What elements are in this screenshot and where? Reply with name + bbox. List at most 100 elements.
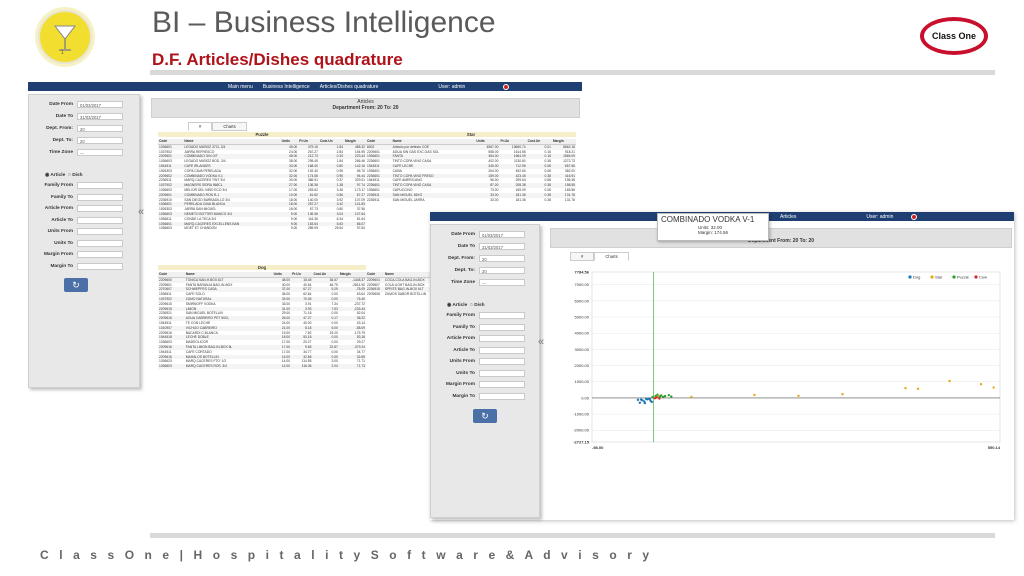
filter-panel-2: Date From 01/03/2017 Date To 31/03/2017 Dept… [430, 224, 540, 518]
article-radio-2[interactable]: ◉ Article [447, 303, 467, 308]
table-row[interactable]: 2236911 SAN MIGUEL JARRA 33.00 181.36 0.38 13… [366, 198, 576, 203]
filter-input[interactable]: --- [479, 279, 525, 286]
filter-input[interactable]: 20 [77, 137, 123, 144]
data-point [660, 394, 663, 397]
range-input[interactable] [77, 228, 123, 235]
screenshot-chart-view: Articles User: admin Date From 01/03/2017… [430, 212, 1014, 520]
range-input[interactable] [479, 381, 525, 388]
range-input[interactable] [77, 239, 123, 247]
collapse-icon-2[interactable]: « [538, 336, 544, 348]
refresh-button[interactable]: ↻ [64, 278, 88, 292]
range-row: Article From [29, 204, 123, 213]
range-input[interactable] [77, 182, 123, 189]
nav-main-menu[interactable]: Main menu [228, 84, 253, 90]
legend-label: Star [935, 275, 943, 280]
range-input[interactable] [77, 251, 123, 258]
range-input[interactable] [479, 312, 525, 319]
filter-input[interactable]: --- [77, 149, 123, 156]
table-row[interactable]: 1036603 MOET ET CHANDON 9.00 289.09 25.54 97.… [158, 226, 366, 231]
data-point [641, 399, 644, 402]
range-input[interactable] [479, 323, 525, 331]
range-label: Margin To [452, 393, 475, 399]
range-input[interactable] [479, 335, 525, 342]
article-radio[interactable]: ◉ Article [45, 173, 65, 178]
filter-input[interactable]: 20 [479, 255, 525, 262]
y-tick-label: 1000.00 [575, 379, 590, 384]
range-input[interactable] [479, 358, 525, 365]
filter-input[interactable]: 01/03/2017 [77, 101, 123, 108]
table-cell: 1036603 [159, 226, 172, 231]
plot-area [591, 271, 1001, 443]
range-input[interactable] [479, 392, 525, 400]
group-dog: Dog [158, 265, 366, 270]
data-point [753, 393, 756, 397]
table-cell: 2.04 [312, 364, 339, 369]
range-input[interactable] [479, 346, 525, 354]
tab-charts[interactable]: Charts [212, 122, 247, 131]
collapse-icon[interactable]: « [138, 206, 144, 218]
cocktail-icon [53, 25, 77, 51]
y-tick-label: -1000.00 [573, 412, 590, 417]
table-cell: 2236911 [367, 197, 380, 202]
y-tick-label: 5000.00 [575, 315, 590, 320]
filter-input[interactable]: 31/03/2017 [479, 243, 525, 250]
filter-input[interactable]: 01/03/2017 [479, 231, 525, 238]
range-input[interactable] [77, 216, 123, 224]
refresh-icon: ↻ [72, 280, 80, 290]
filter-label: Dept. To: [52, 138, 73, 143]
range-label: Margin From [43, 252, 73, 257]
filter-input[interactable]: 20 [479, 267, 525, 274]
group-star: Star [366, 132, 576, 137]
range-row: Units To [29, 239, 123, 248]
range-input[interactable] [479, 369, 525, 377]
legend-marker [952, 275, 956, 279]
table-star: Code Name Units Pr.Un Cost.Un Margin 8002 Artic… [366, 139, 576, 214]
table-cell: 289.09 [307, 226, 318, 231]
table-cell: 131.76 [564, 197, 575, 202]
filter-input[interactable]: 31/03/2017 [77, 113, 123, 120]
nav-user: User: admin [438, 83, 466, 90]
filter-label: Date To [457, 244, 475, 249]
table-cell: 33.00 [490, 197, 499, 202]
logout-icon-2[interactable] [911, 213, 918, 220]
range-label: Units To [456, 370, 475, 376]
legend-label: Cow [979, 275, 987, 280]
header-divider [150, 70, 995, 75]
range-row: Margin From [29, 250, 123, 259]
range-input[interactable] [77, 193, 123, 201]
data-point [658, 397, 661, 400]
range-label: Family From [446, 313, 475, 318]
dish-radio-2[interactable]: ○ Dish [470, 303, 485, 308]
data-point [648, 397, 652, 401]
range-input[interactable] [77, 205, 123, 212]
data-point [992, 386, 995, 389]
logout-icon[interactable] [503, 83, 510, 90]
table-cell: 97.84 [356, 226, 365, 231]
range-row: Family From [431, 311, 525, 320]
nav-page-2: Articles [780, 213, 797, 220]
range-label: Units From [449, 359, 475, 364]
table-cell: 116.36 [291, 364, 313, 369]
table-row[interactable]: 2209608 ZUMOS SABOR BOTELLIN [366, 292, 436, 297]
refresh-button-2[interactable]: ↻ [473, 409, 497, 423]
filter-row: Dept. From: 20 [29, 124, 123, 133]
data-point [979, 382, 983, 386]
filter-row: Time Zone --- [29, 148, 123, 157]
type-radio-group-2[interactable]: ◉ Article ○ Dish [447, 303, 485, 308]
nav-breadcrumb[interactable]: Business Intelligence [263, 84, 310, 90]
range-label: Units From [47, 229, 73, 234]
range-input[interactable] [77, 262, 123, 270]
data-point [663, 394, 667, 398]
data-point [948, 379, 951, 383]
filter-row: Date To 31/03/2017 [29, 112, 123, 121]
range-label: Article To [453, 347, 475, 353]
dish-radio[interactable]: ○ Dish [68, 173, 83, 178]
table-row[interactable]: 1036603 MARQ.CACERES ROS. 3/4 14.00 116.36 2… [158, 364, 366, 369]
range-label: Article From [446, 336, 475, 341]
quadrature-chart: 7784.56 7000.00 6000.00 5000.00 4000.00 3000.… [573, 270, 1001, 451]
filter-label: Date From [451, 232, 475, 237]
filter-input[interactable]: 20 [77, 125, 123, 132]
type-radio-group[interactable]: ◉ Article ○ Dish [45, 173, 83, 178]
tab-grid[interactable]: # [188, 122, 213, 131]
table-cell: MOET ET CHANDON [184, 226, 217, 231]
